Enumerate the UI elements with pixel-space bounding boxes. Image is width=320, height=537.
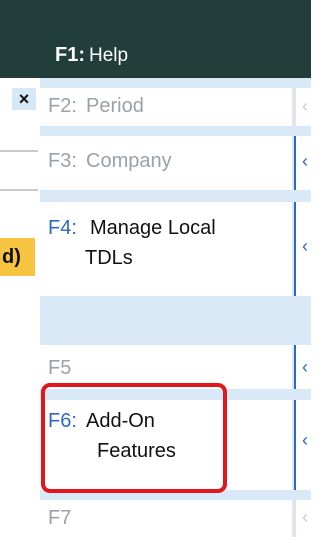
divider-line (0, 150, 38, 152)
f5-side-button[interactable]: ‹ (294, 345, 311, 389)
add-on-features-label-line2: Features (97, 440, 176, 462)
menu-item-add-on-features[interactable]: F6: Add-On Features (40, 400, 292, 490)
highlighted-partial-text: d) (0, 238, 35, 276)
chevron-left-icon: ‹ (302, 507, 308, 527)
button-bar-header: F1: Help (0, 0, 311, 78)
add-on-features-side-button[interactable]: ‹ (294, 400, 311, 490)
company-side-button[interactable]: ‹ (294, 136, 311, 190)
menu-item-period[interactable]: F2: Period (40, 88, 292, 126)
menu-item-manage-local-tdls[interactable]: F4: Manage Local TDLs (40, 202, 292, 296)
left-content-strip (0, 78, 40, 537)
manage-local-tdls-label-line1: Manage Local (90, 217, 216, 239)
help-label[interactable]: Help (89, 45, 128, 67)
f5-key: F5 (48, 357, 72, 379)
f7-side-button[interactable]: ‹ (294, 500, 311, 537)
chevron-left-icon: ‹ (302, 151, 308, 171)
period-key: F2: (48, 95, 77, 117)
help-key[interactable]: F1: (55, 44, 85, 67)
chevron-left-icon: ‹ (302, 96, 308, 116)
add-on-features-key: F6: (48, 410, 77, 432)
close-icon[interactable]: × (12, 88, 36, 110)
button-bar-panel: F2: Period ‹ F3: Company ‹ F4: Manage Lo… (40, 78, 311, 537)
menu-item-f5[interactable]: F5 (40, 345, 292, 389)
manage-local-tdls-side-button[interactable]: ‹ (294, 202, 311, 296)
add-on-features-label-line1: Add-On (86, 410, 155, 432)
manage-local-tdls-label-line2: TDLs (85, 247, 133, 269)
menu-item-company[interactable]: F3: Company (40, 136, 292, 190)
chevron-left-icon: ‹ (302, 236, 308, 256)
chevron-left-icon: ‹ (302, 357, 308, 377)
company-key: F3: (48, 150, 77, 172)
manage-local-tdls-key: F4: (48, 217, 77, 239)
period-label: Period (86, 95, 144, 117)
f7-key: F7 (48, 507, 72, 529)
company-label: Company (86, 150, 172, 172)
period-side-button[interactable]: ‹ (294, 88, 311, 126)
menu-item-f7[interactable]: F7 (40, 500, 292, 537)
divider-line (0, 189, 38, 191)
chevron-left-icon: ‹ (302, 430, 308, 450)
